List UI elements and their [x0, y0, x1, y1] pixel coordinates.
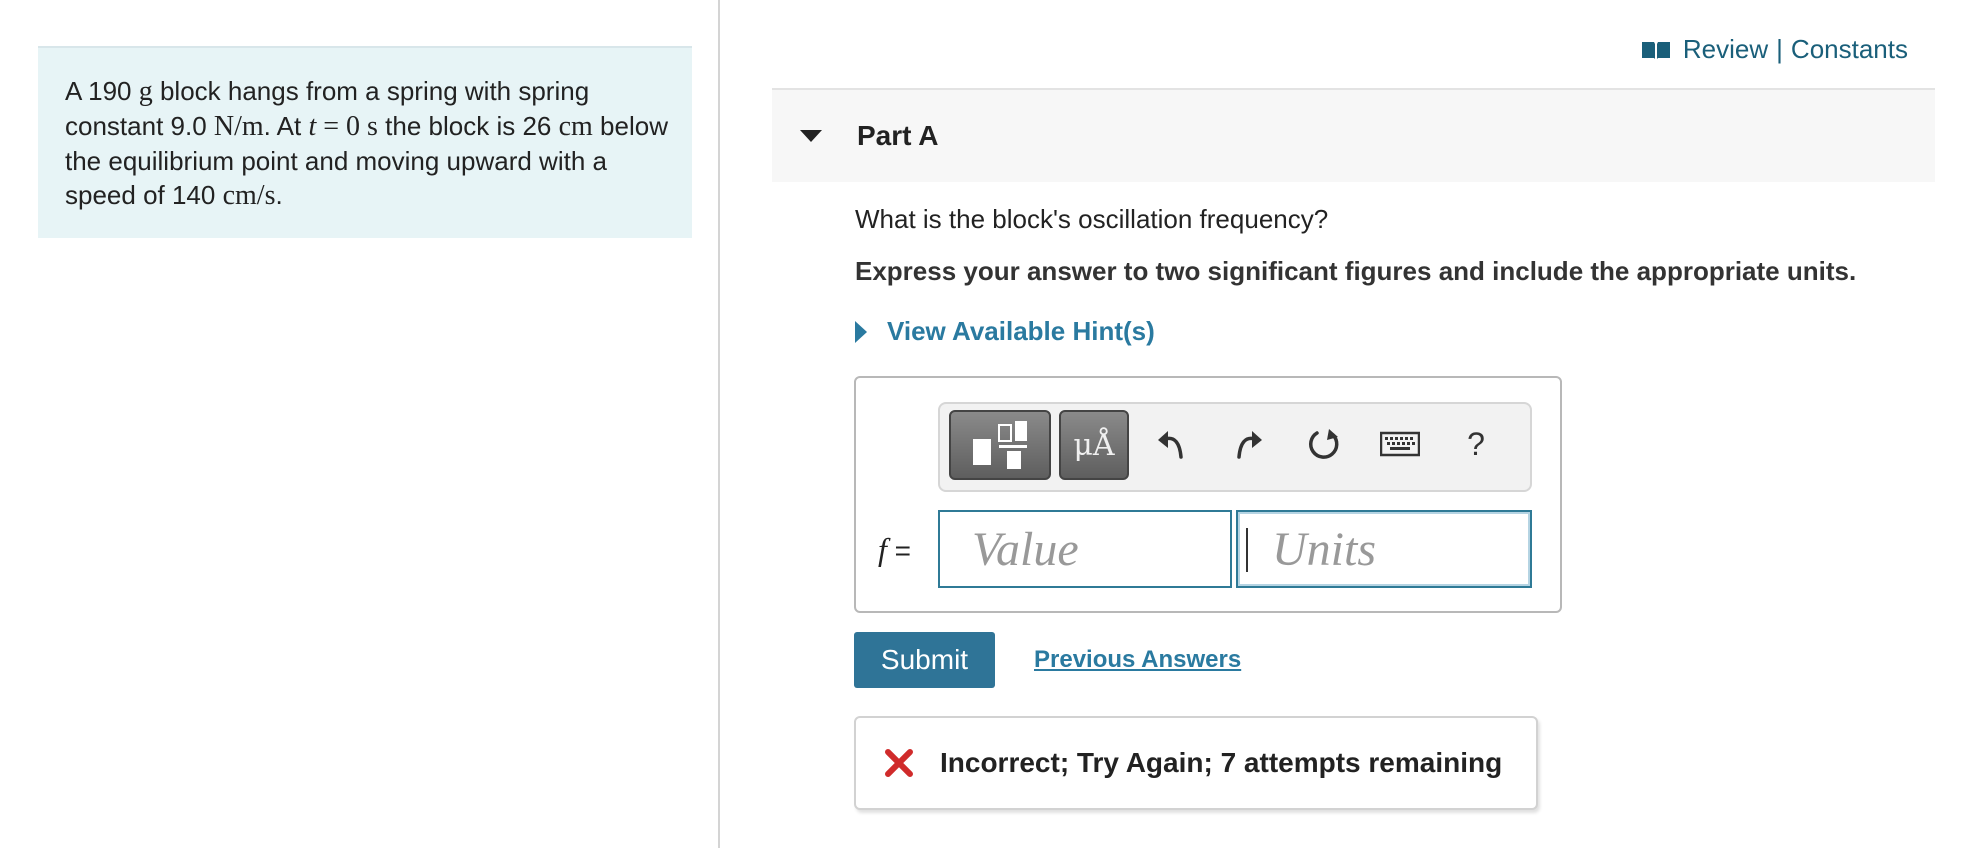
instructions-text: Express your answer to two significant f…	[855, 256, 1857, 286]
math-toolbar: μÅ ?	[938, 402, 1532, 492]
redo-icon	[1237, 431, 1262, 459]
constants-link[interactable]: Constants	[1791, 34, 1908, 65]
question-text: What is the block's oscillation frequenc…	[855, 204, 1329, 234]
undo-button[interactable]	[1150, 422, 1194, 466]
help-icon: ?	[1467, 425, 1485, 462]
variable-symbol: f	[878, 531, 887, 567]
link-separator: |	[1776, 34, 1783, 64]
units-placeholder: Units	[1272, 522, 1377, 576]
feedback-message: Incorrect; Try Again; 7 attempts remaini…	[854, 716, 1538, 810]
value-placeholder: Value	[972, 522, 1079, 576]
answer-box: μÅ ? f = Value Units	[854, 376, 1562, 613]
x-icon	[885, 749, 913, 777]
feedback-text: Incorrect; Try Again; 7 attempts remaini…	[940, 747, 1503, 778]
templates-icon	[973, 421, 1027, 469]
problem-statement: A 190 g block hangs from a spring with s…	[38, 46, 692, 238]
keyboard-icon	[1380, 431, 1420, 457]
header-links: Review | Constants	[1641, 34, 1908, 65]
symbols-label: μÅ	[1073, 427, 1115, 463]
left-pane: A 190 g block hangs from a spring with s…	[0, 0, 718, 848]
pane-divider[interactable]	[718, 0, 720, 848]
problem-unit-speed: cm/s	[222, 180, 276, 211]
collapse-triangle-icon[interactable]	[800, 130, 822, 142]
problem-text-1: A 190	[65, 76, 139, 106]
view-hints-toggle[interactable]: View Available Hint(s)	[855, 316, 1155, 347]
expand-triangle-icon	[855, 320, 867, 343]
book-icon	[1641, 41, 1670, 59]
text-caret	[1246, 528, 1248, 572]
variable-label: f =	[878, 531, 911, 568]
help-button[interactable]: ?	[1454, 422, 1498, 466]
value-input[interactable]: Value	[938, 510, 1232, 588]
part-title: Part A	[857, 120, 939, 151]
review-link[interactable]: Review	[1683, 34, 1768, 65]
reset-icon	[1309, 429, 1339, 459]
problem-text-4: the block is 26	[377, 111, 559, 141]
hints-label: View Available Hint(s)	[887, 316, 1155, 346]
units-input[interactable]: Units	[1236, 510, 1532, 588]
templates-button[interactable]	[949, 410, 1051, 480]
keyboard-button[interactable]	[1378, 422, 1422, 466]
undo-icon	[1158, 431, 1183, 459]
symbols-button[interactable]: μÅ	[1059, 410, 1129, 480]
problem-text-3: . At	[263, 111, 309, 141]
reset-button[interactable]	[1302, 422, 1346, 466]
redo-button[interactable]	[1226, 422, 1270, 466]
previous-answers-link[interactable]: Previous Answers	[1034, 646, 1241, 674]
problem-time-value: = 0 s	[316, 111, 378, 142]
problem-text-6: .	[275, 180, 283, 210]
submit-button[interactable]: Submit	[854, 632, 995, 688]
problem-unit-mass: g	[138, 76, 153, 107]
problem-unit-distance: cm	[558, 111, 593, 142]
equals-sign: =	[894, 535, 912, 566]
problem-unit-spring: N/m	[213, 111, 264, 142]
part-a-header[interactable]: Part A	[772, 88, 1935, 182]
